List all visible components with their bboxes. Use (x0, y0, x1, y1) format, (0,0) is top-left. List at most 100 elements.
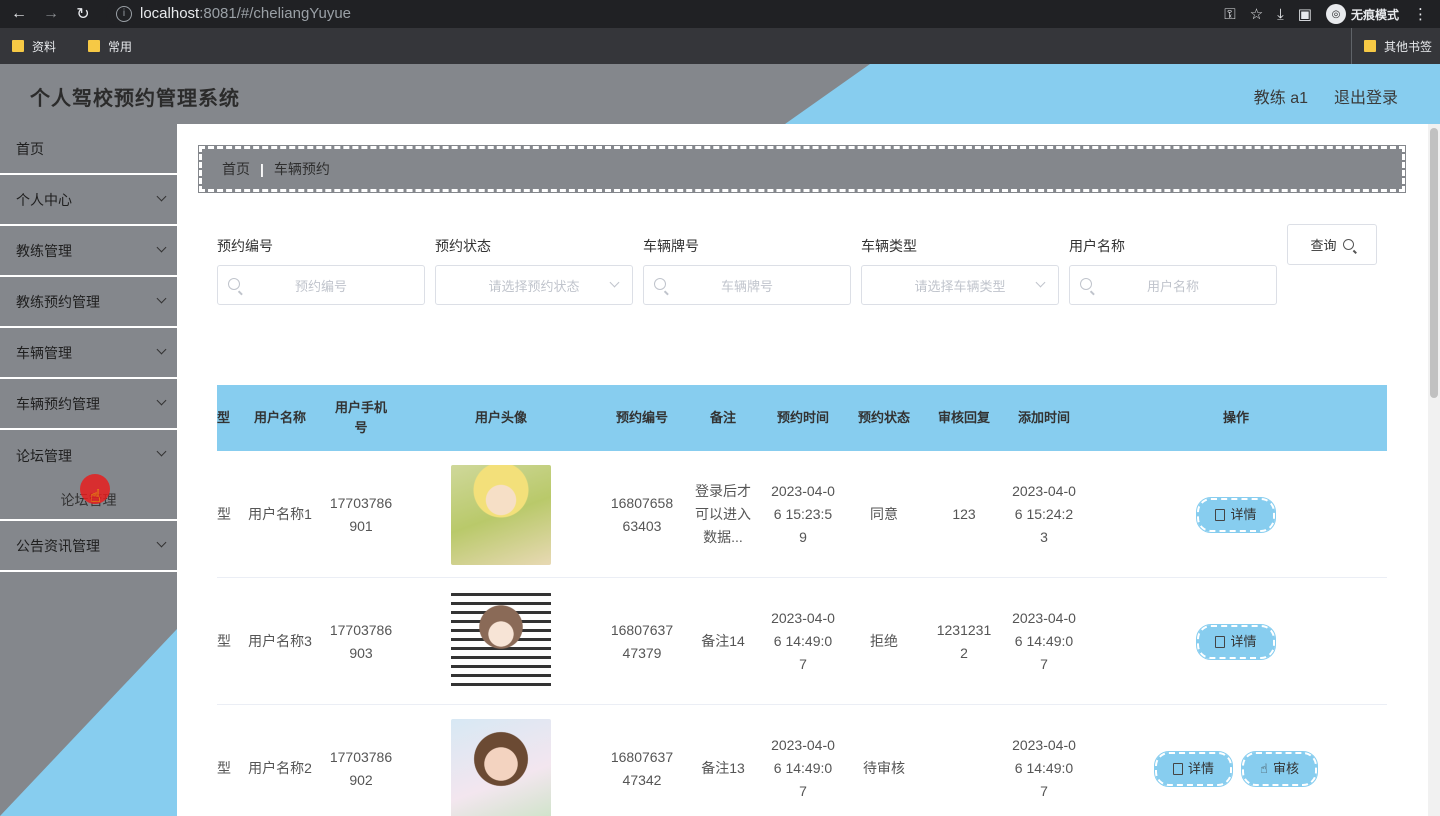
logout-link[interactable]: 退出登录 (1334, 84, 1398, 108)
col-header-phone: 用户手机号 (334, 400, 387, 435)
detail-button[interactable]: 详情 (1196, 496, 1276, 533)
cell-booking-time: 2023-04-06 15:23:59 (771, 483, 835, 545)
select-placeholder: 请选择车辆类型 (914, 278, 1006, 294)
download-icon[interactable]: ⤓ (1277, 6, 1284, 23)
sidebar-item-personal-center[interactable]: 个人中心 (0, 175, 177, 226)
sidebar-item-home[interactable]: 首页 (0, 124, 177, 175)
vehicle-type-select[interactable]: 请选择车辆类型 (861, 265, 1059, 305)
detail-label: 详情 (1188, 761, 1215, 776)
key-icon[interactable]: ⚿ (1224, 6, 1235, 23)
reload-icon[interactable]: ↻ (72, 3, 94, 25)
sidebar-item-label: 教练预约管理 (16, 293, 100, 310)
browser-toolbar: ← → ↻ i localhost :8081/#/cheliangYuyue … (0, 0, 1440, 28)
cell-created-time: 2023-04-06 15:24:23 (1012, 483, 1076, 545)
col-header-type: 型 (217, 410, 231, 425)
sidebar-item-coach-booking[interactable]: 教练预约管理 (0, 277, 177, 328)
table-header: 型 用户名称 用户手机号 用户头像 预约编号 备注 预约时间 预约状态 审核回复… (217, 385, 1387, 451)
chevron-down-icon (156, 537, 167, 548)
menu-icon[interactable]: ⋮ (1413, 5, 1428, 23)
cell-phone: 17703786901 (329, 494, 393, 534)
table-row: 型 用户名称3 17703786903 1680763747379 备注14 2… (217, 578, 1387, 705)
col-header-booking-number: 预约编号 (615, 410, 668, 425)
chevron-down-icon (156, 191, 167, 202)
sidebar-item-vehicle-booking[interactable]: 车辆预约管理 (0, 379, 177, 430)
booking-status-select[interactable]: 请选择预约状态 (435, 265, 633, 305)
sidebar-item-label: 车辆管理 (16, 344, 72, 361)
table-row: 型 用户名称2 17703786902 1680763747342 备注13 2… (217, 705, 1387, 816)
page-scrollbar[interactable] (1428, 124, 1440, 816)
query-button[interactable]: 查询 (1287, 224, 1377, 265)
incognito-indicator[interactable]: ◎ 无痕模式 (1325, 4, 1399, 24)
address-bar[interactable]: i localhost :8081/#/cheliangYuyue (106, 1, 1240, 26)
review-label: 审核 (1272, 761, 1299, 776)
url-host: localhost (140, 5, 200, 22)
folder-icon (1363, 40, 1376, 52)
detail-button[interactable]: 详情 (1196, 623, 1276, 660)
sidebar-item-coach-management[interactable]: 教练管理 (0, 226, 177, 277)
filter-label: 车辆类型 (861, 238, 917, 254)
input-placeholder: 车辆牌号 (720, 278, 773, 294)
filter-label: 用户名称 (1069, 238, 1125, 254)
chevron-down-icon (156, 344, 167, 355)
cell-avatar (451, 578, 551, 705)
user-avatar-image[interactable] (451, 591, 551, 692)
user-avatar-image[interactable] (451, 464, 551, 565)
sidebar-item-label: 车辆预约管理 (16, 395, 100, 412)
cell-type: 型 (217, 760, 231, 776)
bookmark-folder[interactable]: 常用 (88, 38, 132, 55)
filter-label: 预约编号 (217, 238, 273, 254)
cell-booking-status: 待审核 (863, 760, 905, 776)
cell-phone: 17703786902 (329, 748, 393, 788)
bookmarks-bar: 资料 常用 其他书签 (0, 28, 1440, 64)
document-icon (1173, 762, 1184, 775)
col-header-avatar: 用户头像 (474, 410, 527, 425)
user-name-input[interactable]: 用户名称 (1069, 265, 1277, 305)
detail-button[interactable]: 详情 (1154, 750, 1234, 787)
other-bookmarks[interactable]: 其他书签 (1350, 28, 1432, 64)
user-avatar-image[interactable] (451, 718, 551, 816)
sidebar-item-label: 公告资讯管理 (16, 537, 100, 554)
col-header-review-reply: 审核回复 (937, 410, 990, 425)
app-header: 个人驾校预约管理系统 教练 a1 退出登录 (0, 64, 1440, 124)
cell-actions: 详情 (1117, 578, 1355, 705)
breadcrumb: 首页 | 车辆预约 (198, 145, 1406, 193)
folder-icon (12, 40, 24, 52)
review-button[interactable]: ☝ 审核 (1241, 750, 1318, 787)
sidepanel-icon[interactable]: ▣ (1298, 5, 1312, 23)
cell-user-name: 用户名称1 (248, 506, 312, 522)
filter-label: 预约状态 (435, 238, 491, 254)
detail-label: 详情 (1230, 634, 1257, 649)
sidebar: 首页 个人中心 教练管理 教练预约管理 车辆管理 车辆预约管理 论坛管理 论坛管… (0, 124, 177, 816)
back-icon[interactable]: ← (8, 3, 30, 25)
cell-user-name: 用户名称3 (248, 633, 312, 649)
query-label: 查询 (1310, 238, 1337, 253)
cell-type: 型 (217, 633, 231, 649)
cell-avatar (451, 451, 551, 578)
cell-review-reply (929, 705, 999, 816)
sidebar-item-news-management[interactable]: 公告资讯管理 (0, 521, 177, 572)
cell-remark: 备注13 (701, 760, 745, 776)
cell-type: 型 (217, 506, 231, 522)
breadcrumb-home[interactable]: 首页 (222, 159, 250, 179)
url-path: :8081/#/cheliangYuyue (199, 5, 351, 22)
scrollbar-thumb[interactable] (1430, 128, 1438, 398)
search-icon (654, 278, 666, 290)
star-icon[interactable]: ☆ (1250, 5, 1263, 23)
plate-number-input[interactable]: 车辆牌号 (643, 265, 851, 305)
sidebar-item-label: 个人中心 (16, 191, 72, 208)
input-placeholder: 用户名称 (1146, 278, 1199, 294)
select-placeholder: 请选择预约状态 (488, 278, 580, 294)
cell-booking-number: 1680763747342 (610, 748, 674, 788)
bookmark-folder[interactable]: 资料 (12, 38, 56, 55)
booking-number-input[interactable]: 预约编号 (217, 265, 425, 305)
cell-actions: 详情 (1117, 451, 1355, 578)
forward-icon[interactable]: → (40, 3, 62, 25)
sidebar-item-label: 教练管理 (16, 242, 72, 259)
sidebar-item-vehicle-management[interactable]: 车辆管理 (0, 328, 177, 379)
other-bookmarks-label: 其他书签 (1383, 39, 1432, 54)
cell-booking-time: 2023-04-06 14:49:07 (771, 737, 835, 799)
input-placeholder: 预约编号 (294, 278, 347, 294)
sidebar-item-forum-management[interactable]: 论坛管理 (0, 430, 177, 481)
col-header-booking-status: 预约状态 (857, 410, 910, 425)
site-info-icon[interactable]: i (116, 5, 132, 22)
